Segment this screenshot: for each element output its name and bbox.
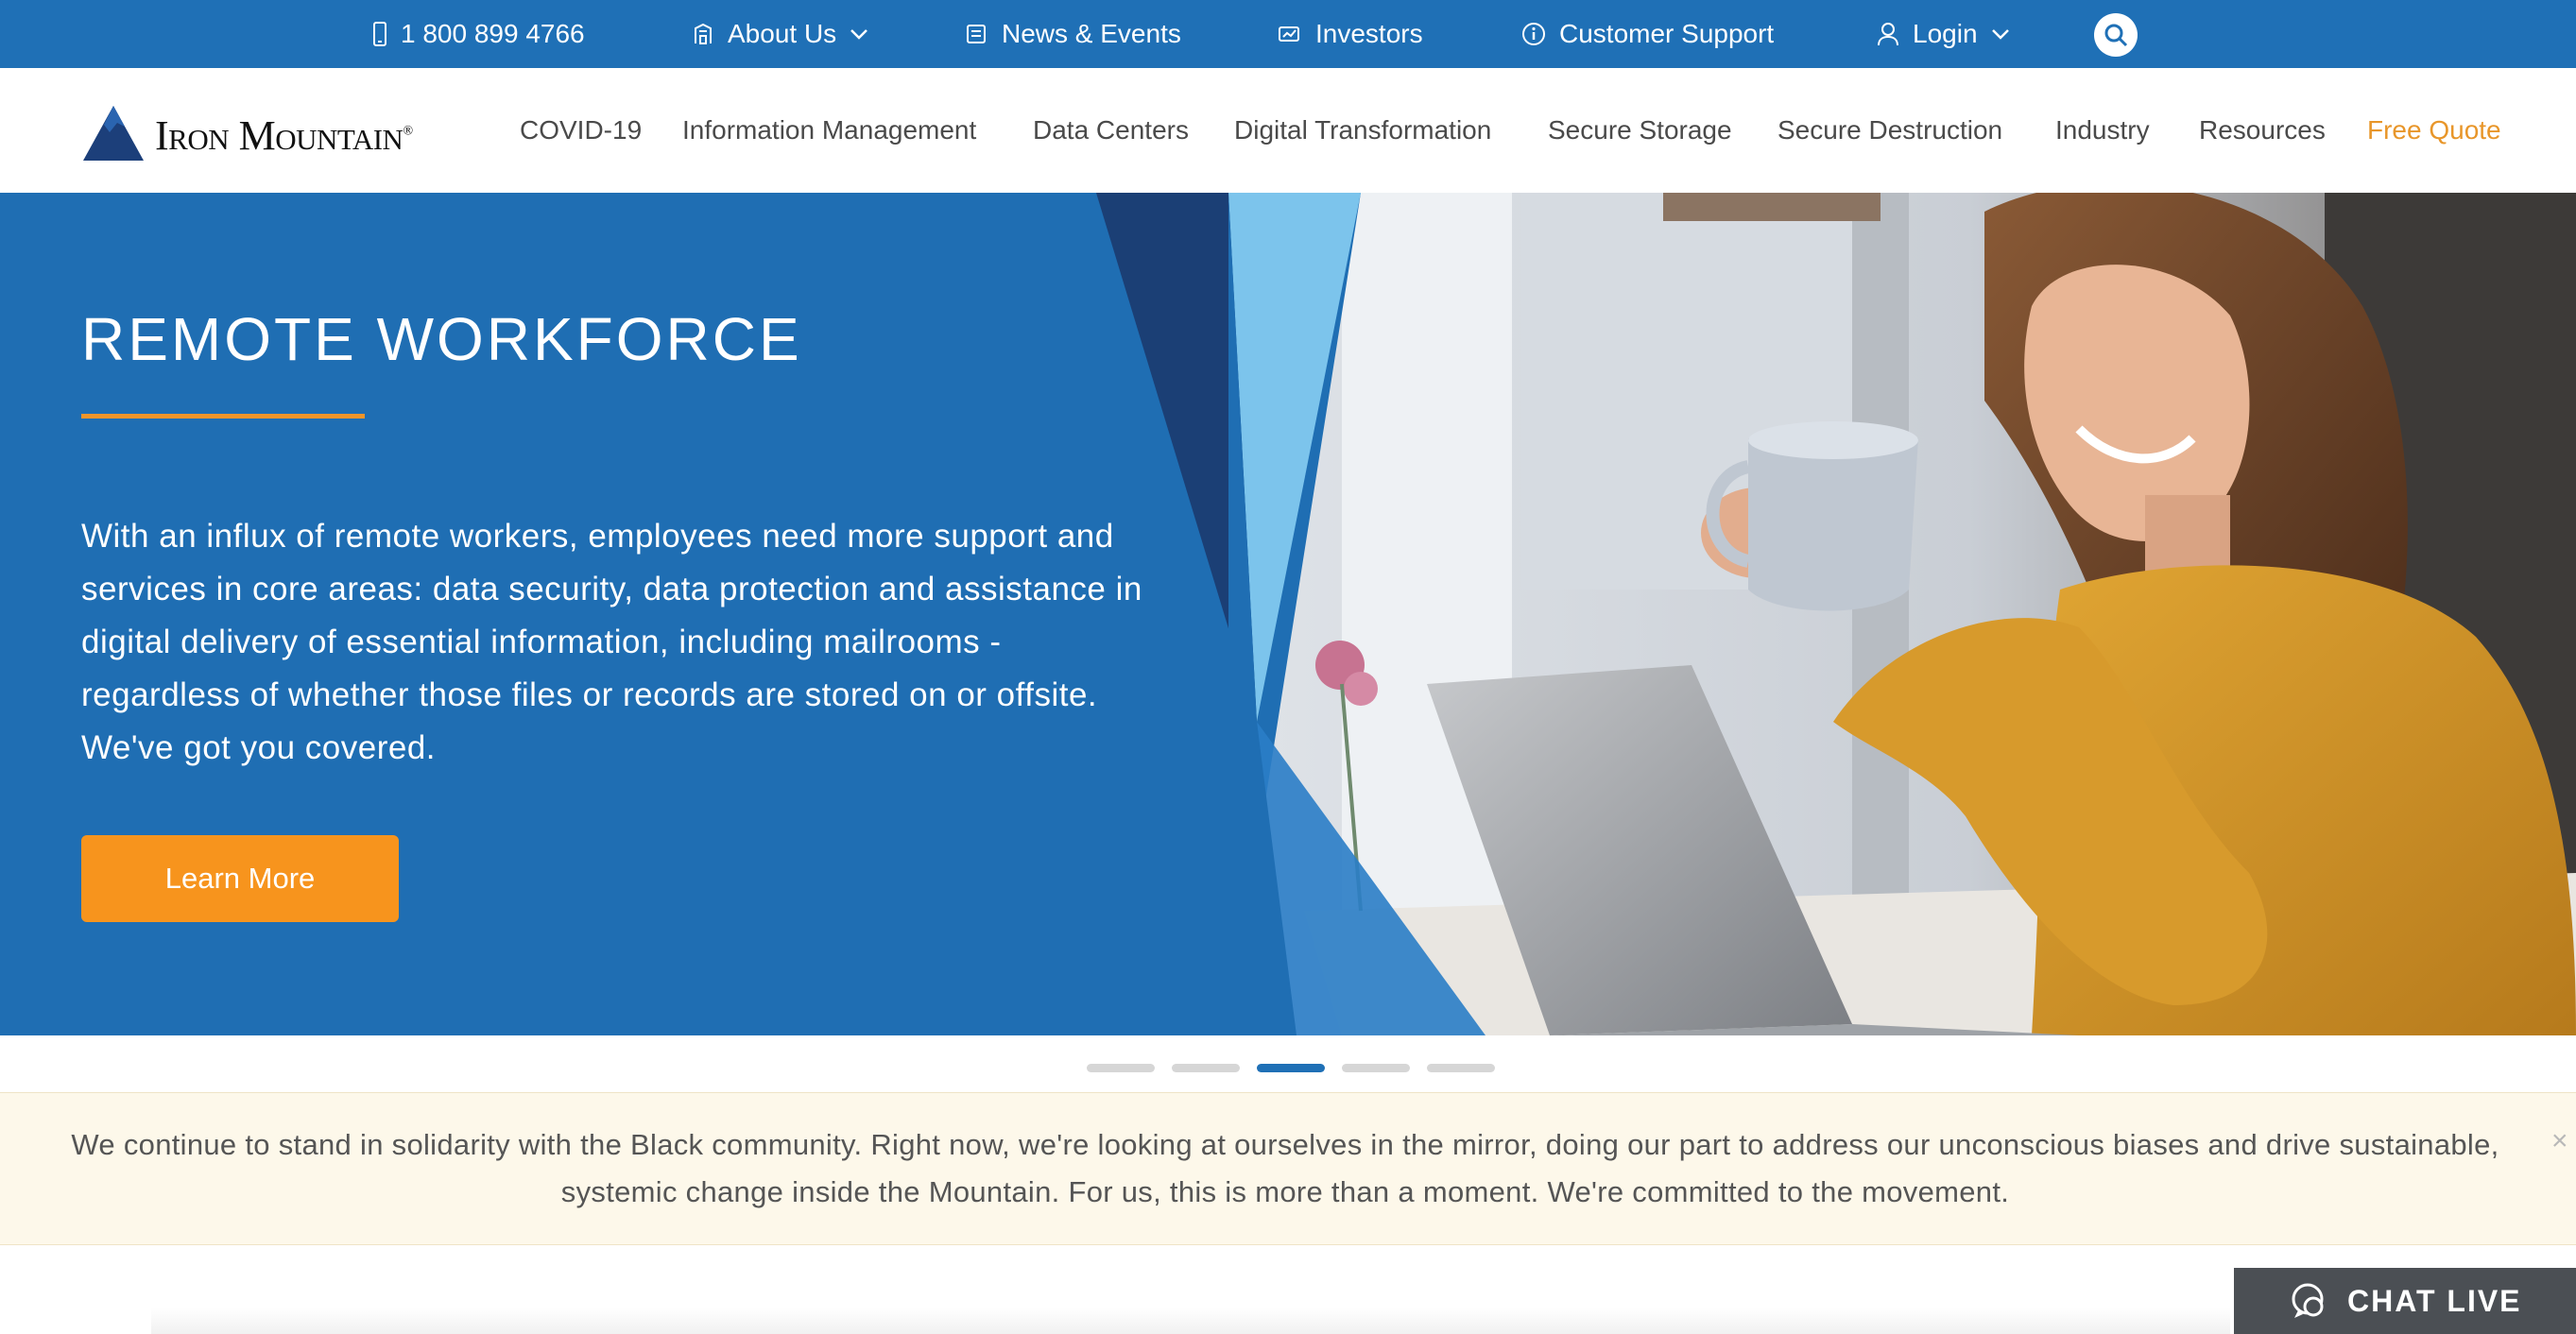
about-us-menu[interactable]: About Us (692, 0, 868, 68)
main-nav: Iron Mountain® COVID-19 Information Mana… (0, 68, 2576, 193)
nav-information-management[interactable]: Information Management (682, 68, 976, 193)
chevron-down-icon (1991, 29, 2009, 40)
chevron-down-icon (850, 29, 868, 40)
nav-resources[interactable]: Resources (2199, 68, 2326, 193)
chat-icon (2292, 1283, 2324, 1318)
chart-icon (1279, 26, 1299, 42)
solidarity-notice-banner: We continue to stand in solidarity with … (0, 1092, 2576, 1245)
phone-icon (373, 22, 386, 46)
newspaper-icon (967, 25, 986, 43)
carousel-dot-5[interactable] (1427, 1064, 1495, 1072)
carousel-dot-3[interactable] (1257, 1064, 1325, 1072)
notice-text: We continue to stand in solidarity with … (71, 1128, 2499, 1208)
carousel-dot-2[interactable] (1172, 1064, 1240, 1072)
customer-support-label: Customer Support (1559, 19, 1775, 48)
investors-link[interactable]: Investors (1278, 0, 1423, 68)
investors-label: Investors (1315, 19, 1423, 48)
phone-label: 1 800 899 4766 (401, 19, 585, 48)
hero-carousel-slide: REMOTE WORKFORCE With an influx of remot… (0, 193, 2576, 1035)
chat-live-button[interactable]: CHAT LIVE (2234, 1268, 2576, 1334)
iron-mountain-logo[interactable]: Iron Mountain® (81, 96, 413, 162)
about-us-label: About Us (728, 19, 837, 48)
nav-digital-transformation[interactable]: Digital Transformation (1234, 68, 1491, 193)
logo-wordmark: Iron Mountain® (155, 115, 413, 162)
phone-link[interactable]: 1 800 899 4766 (372, 0, 585, 68)
carousel-dot-1[interactable] (1087, 1064, 1155, 1072)
nav-data-centers[interactable]: Data Centers (1033, 68, 1189, 193)
search-icon (2104, 24, 2128, 47)
login-menu[interactable]: Login (1877, 0, 2010, 68)
nav-secure-storage[interactable]: Secure Storage (1548, 68, 1732, 193)
info-icon (1522, 23, 1545, 45)
mountain-logo-icon (83, 106, 144, 161)
building-icon (695, 23, 712, 44)
chat-live-label: CHAT LIVE (2347, 1283, 2522, 1318)
login-label: Login (1913, 19, 1978, 48)
page-content-edge (151, 1308, 2230, 1334)
utility-bar: 1 800 899 4766 About Us News & Events In… (0, 0, 2576, 68)
free-quote-link[interactable]: Free Quote (2367, 68, 2501, 193)
carousel-dot-4[interactable] (1342, 1064, 1410, 1072)
logo-text: Iron Mountain (155, 112, 404, 159)
nav-industry[interactable]: Industry (2055, 68, 2150, 193)
search-button[interactable] (2094, 13, 2138, 57)
learn-more-button[interactable]: Learn More (81, 835, 399, 922)
nav-secure-destruction[interactable]: Secure Destruction (1777, 68, 2002, 193)
user-icon (1878, 23, 1898, 46)
hero-body-text: With an influx of remote workers, employ… (81, 518, 1142, 766)
nav-covid-19[interactable]: COVID-19 (520, 68, 642, 193)
logo-registered-mark: ® (403, 124, 413, 139)
customer-support-link[interactable]: Customer Support (1521, 0, 1774, 68)
news-events-link[interactable]: News & Events (966, 0, 1181, 68)
news-events-label: News & Events (1002, 19, 1181, 48)
hero-title: REMOTE WORKFORCE (81, 305, 802, 373)
hero-title-underline (81, 414, 365, 419)
notice-close-button[interactable]: × (2551, 1125, 2568, 1157)
